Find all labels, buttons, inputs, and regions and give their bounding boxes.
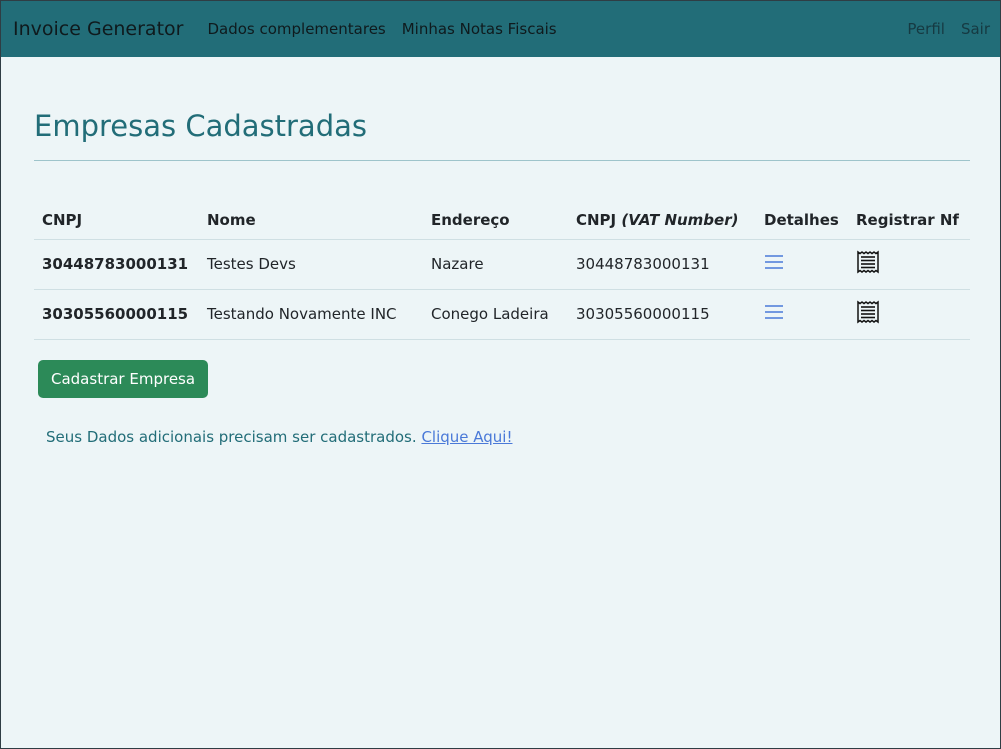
cell-endereco: Conego Ladeira [423,289,568,340]
table-row: 30448783000131 Testes Devs Nazare 304487… [34,239,970,290]
title-divider [34,160,970,161]
main-content: Empresas Cadastradas CNPJ Nome Endereço … [1,107,1000,446]
cell-endereco: Nazare [423,239,568,290]
top-navbar: Invoice Generator Dados complementares M… [1,1,1000,57]
nav-minhas-notas-fiscais[interactable]: Minhas Notas Fiscais [402,20,557,38]
header-cnpj-vat-suffix: (VAT Number) [621,211,739,229]
header-detalhes: Detalhes [756,197,848,240]
header-endereco: Endereço [423,197,568,240]
app-window: Invoice Generator Dados complementares M… [0,0,1001,749]
receipt-icon[interactable] [856,300,880,328]
header-cnpj-vat-prefix: CNPJ [576,211,617,229]
nav-dados-complementares[interactable]: Dados complementares [207,20,385,38]
list-icon[interactable] [764,253,784,275]
cell-detalhes [756,289,848,340]
brand-link[interactable]: Invoice Generator [13,18,183,40]
header-nome: Nome [199,197,423,240]
cell-registrar [848,239,970,290]
notice-link[interactable]: Clique Aqui! [421,428,512,446]
cell-vat: 30305560000115 [568,289,756,340]
cell-vat: 30448783000131 [568,239,756,290]
companies-table: CNPJ Nome Endereço CNPJ (VAT Number) Det… [34,197,970,340]
cell-registrar [848,289,970,340]
header-cnpj: CNPJ [34,197,199,240]
cell-nome: Testando Novamente INC [199,289,423,340]
list-icon[interactable] [764,303,784,325]
nav-right-group: Perfil Sair [891,20,990,38]
cell-detalhes [756,239,848,290]
table-row: 30305560000115 Testando Novamente INC Co… [34,289,970,340]
cell-cnpj: 30305560000115 [34,289,199,340]
nav-sair[interactable]: Sair [961,20,990,38]
header-registrar: Registrar Nf [848,197,970,240]
receipt-icon[interactable] [856,250,880,278]
cell-cnpj: 30448783000131 [34,239,199,290]
header-cnpj-vat: CNPJ (VAT Number) [568,197,756,240]
nav-perfil[interactable]: Perfil [907,20,945,38]
missing-data-notice: Seus Dados adicionais precisam ser cadas… [46,428,970,446]
page-title: Empresas Cadastradas [34,109,367,143]
cadastrar-empresa-button[interactable]: Cadastrar Empresa [38,360,209,398]
cell-nome: Testes Devs [199,239,423,290]
table-header-row: CNPJ Nome Endereço CNPJ (VAT Number) Det… [34,197,970,240]
notice-text: Seus Dados adicionais precisam ser cadas… [46,428,417,446]
